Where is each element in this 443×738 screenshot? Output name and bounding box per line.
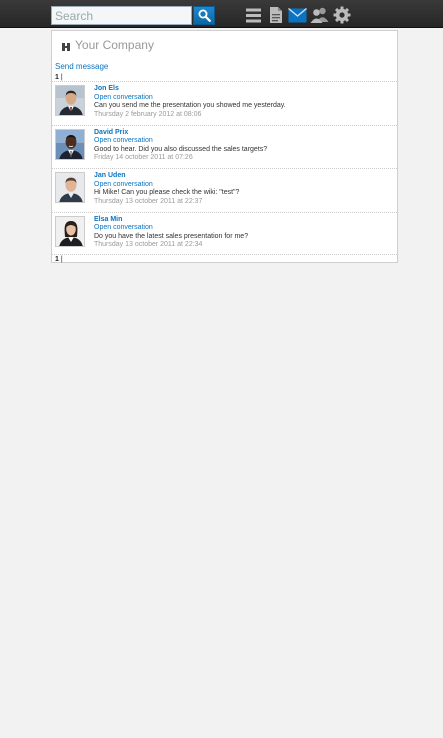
- list-icon: [246, 8, 261, 22]
- message-date: Friday 14 october 2011 at 07:26: [94, 154, 193, 162]
- pager-bottom: 1 |: [55, 256, 63, 263]
- company-logo-icon: [62, 43, 70, 51]
- message-item: David Prix Open conversation Good to hea…: [52, 124, 397, 169]
- message-item: Elsa Min Open conversation Do you have t…: [52, 211, 397, 255]
- mail-icon: [288, 7, 307, 22]
- pager-top: 1 |: [55, 74, 63, 81]
- message-body: Do you have the latest sales presentatio…: [94, 232, 249, 240]
- avatar[interactable]: [55, 172, 85, 203]
- search-input[interactable]: [51, 6, 192, 25]
- company-header: Your Company: [61, 37, 154, 53]
- page-number[interactable]: 1: [55, 256, 59, 263]
- nav-people-button[interactable]: [309, 5, 330, 25]
- search-button[interactable]: [193, 6, 215, 25]
- message-text: Jan Uden Open conversation Hi Mike! Can …: [94, 172, 239, 206]
- company-name: Your Company: [75, 38, 154, 52]
- page-number[interactable]: 1: [55, 74, 59, 81]
- sender-name[interactable]: Elsa Min: [94, 216, 248, 225]
- open-conversation-link[interactable]: Open conversation: [94, 181, 239, 190]
- avatar[interactable]: [55, 215, 85, 247]
- sender-name[interactable]: David Prix: [94, 129, 267, 138]
- people-icon: [310, 7, 329, 23]
- sender-name[interactable]: Jon Els: [94, 85, 286, 94]
- message-list: Jon Els Open conversation Can you send m…: [52, 81, 397, 255]
- person-avatar-icon: [56, 216, 84, 246]
- message-text: Jon Els Open conversation Can you send m…: [94, 85, 286, 119]
- open-conversation-link[interactable]: Open conversation: [94, 94, 286, 103]
- message-item: Jan Uden Open conversation Hi Mike! Can …: [52, 168, 397, 212]
- nav-settings-button[interactable]: [331, 5, 352, 25]
- messages-panel: Your Company Send message 1 | Jon Els Op…: [51, 30, 398, 263]
- search-icon: [198, 9, 211, 22]
- send-message-link[interactable]: Send message: [55, 62, 108, 71]
- message-item: Jon Els Open conversation Can you send m…: [52, 81, 397, 125]
- nav-icons: [243, 5, 352, 25]
- message-body: Hi Mike! Can you please check the wiki: …: [94, 189, 240, 197]
- message-text: Elsa Min Open conversation Do you have t…: [94, 216, 248, 250]
- message-text: David Prix Open conversation Good to hea…: [94, 129, 267, 163]
- message-body: Good to hear. Did you also discussed the…: [94, 145, 268, 153]
- message-date: Thursday 2 february 2012 at 08:06: [94, 110, 202, 118]
- message-body: Can you send me the presentation you sho…: [94, 102, 286, 110]
- person-avatar-icon: [56, 129, 84, 159]
- top-bar: [0, 0, 443, 28]
- sender-name[interactable]: Jan Uden: [94, 172, 239, 181]
- nav-list-button[interactable]: [243, 5, 264, 25]
- nav-messages-button[interactable]: [287, 5, 308, 25]
- document-icon: [269, 7, 282, 23]
- open-conversation-link[interactable]: Open conversation: [94, 224, 248, 233]
- person-avatar-icon: [56, 86, 84, 115]
- gear-icon: [333, 6, 350, 24]
- avatar[interactable]: [55, 85, 85, 116]
- avatar[interactable]: [55, 128, 85, 160]
- nav-documents-button[interactable]: [265, 5, 286, 25]
- person-avatar-icon: [56, 173, 84, 202]
- open-conversation-link[interactable]: Open conversation: [94, 137, 267, 146]
- message-date: Thursday 13 october 2011 at 22:34: [94, 241, 203, 249]
- message-date: Thursday 13 october 2011 at 22:37: [94, 197, 203, 205]
